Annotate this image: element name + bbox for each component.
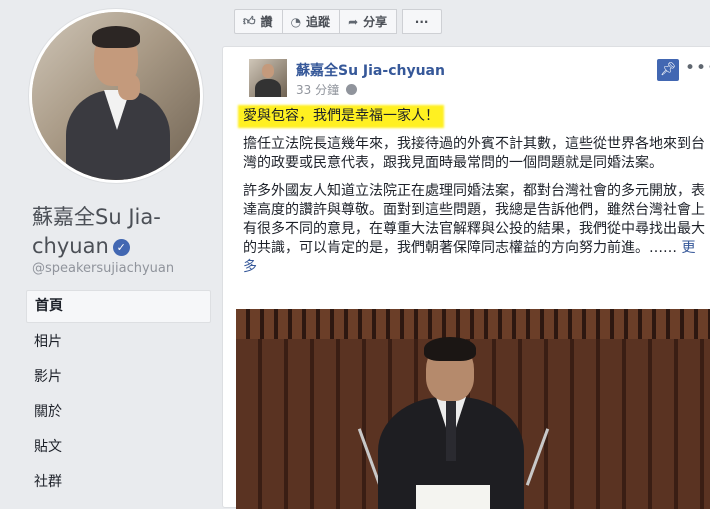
page-name[interactable]: 蘇嘉全Su Jia-chyuan ✓ <box>32 203 212 261</box>
sidebar: 蘇嘉全Su Jia-chyuan ✓ @speakersujiachyuan 首頁… <box>0 0 221 491</box>
page-action-bar: 👍︎ 讚 ◔ 追蹤 ➦ 分享 ··· <box>234 9 443 36</box>
post-card: 蘇嘉全Su Jia-chyuan 33 分鐘 📌︎ ••• 愛與包容，我們是幸福… <box>222 46 710 509</box>
page-nav: 首頁 相片 影片 關於 貼文 社群 <box>26 290 211 500</box>
post-author-avatar[interactable] <box>249 59 287 97</box>
post-timestamp[interactable]: 33 分鐘 <box>296 81 357 98</box>
post-options-icon[interactable]: ••• <box>685 58 710 78</box>
post-paragraph: 擔任立法院長這幾年來，我接待過的外賓不計其數，這些從世界各地來到台灣的政要或民意… <box>243 136 705 171</box>
post-paragraph-text: 許多外國友人知道立法院正在處理同婚法案，都對台灣社會的多元開放，表達高度的讚許與… <box>243 183 705 256</box>
page-name-text[interactable]: 蘇嘉全Su Jia-chyuan <box>32 205 161 258</box>
post-time-text[interactable]: 33 分鐘 <box>296 83 339 97</box>
globe-icon <box>345 84 357 95</box>
nav-item-videos[interactable]: 影片 <box>26 360 211 395</box>
profile-picture[interactable] <box>29 9 203 183</box>
post-author-name[interactable]: 蘇嘉全Su Jia-chyuan <box>296 60 445 80</box>
post-text: 愛與包容，我們是幸福一家人！ 擔任立法院長這幾年來，我接待過的外賓不計其數，這些… <box>240 107 705 286</box>
nav-item-community[interactable]: 社群 <box>26 465 211 500</box>
like-button[interactable]: 👍︎ 讚 <box>234 9 283 34</box>
post-photo[interactable] <box>236 309 710 509</box>
nav-item-home[interactable]: 首頁 <box>26 290 211 323</box>
thumbs-up-icon: 👍︎ <box>243 14 256 28</box>
rss-follow-icon: ◔ <box>290 14 302 29</box>
post-headline: 愛與包容，我們是幸福一家人！ <box>240 107 442 126</box>
follow-button[interactable]: ◔ 追蹤 <box>281 9 341 34</box>
share-arrow-icon: ➦ <box>348 14 359 29</box>
share-button[interactable]: ➦ 分享 <box>339 9 398 34</box>
more-options-button[interactable]: ··· <box>402 9 443 34</box>
verified-badge-icon: ✓ <box>112 239 130 256</box>
share-label: 分享 <box>363 15 388 29</box>
nav-item-about[interactable]: 關於 <box>26 395 211 430</box>
pin-icon[interactable]: 📌︎ <box>657 59 679 81</box>
nav-item-posts[interactable]: 貼文 <box>26 430 211 465</box>
page-username[interactable]: @speakersujiachyuan <box>32 261 174 276</box>
post-paragraph: 許多外國友人知道立法院正在處理同婚法案，都對台灣社會的多元開放，表達高度的讚許與… <box>243 182 705 277</box>
follow-label: 追蹤 <box>306 15 331 29</box>
more-dots-icon: ··· <box>414 14 429 29</box>
like-label: 讚 <box>260 15 273 29</box>
nav-item-photos[interactable]: 相片 <box>26 325 211 360</box>
